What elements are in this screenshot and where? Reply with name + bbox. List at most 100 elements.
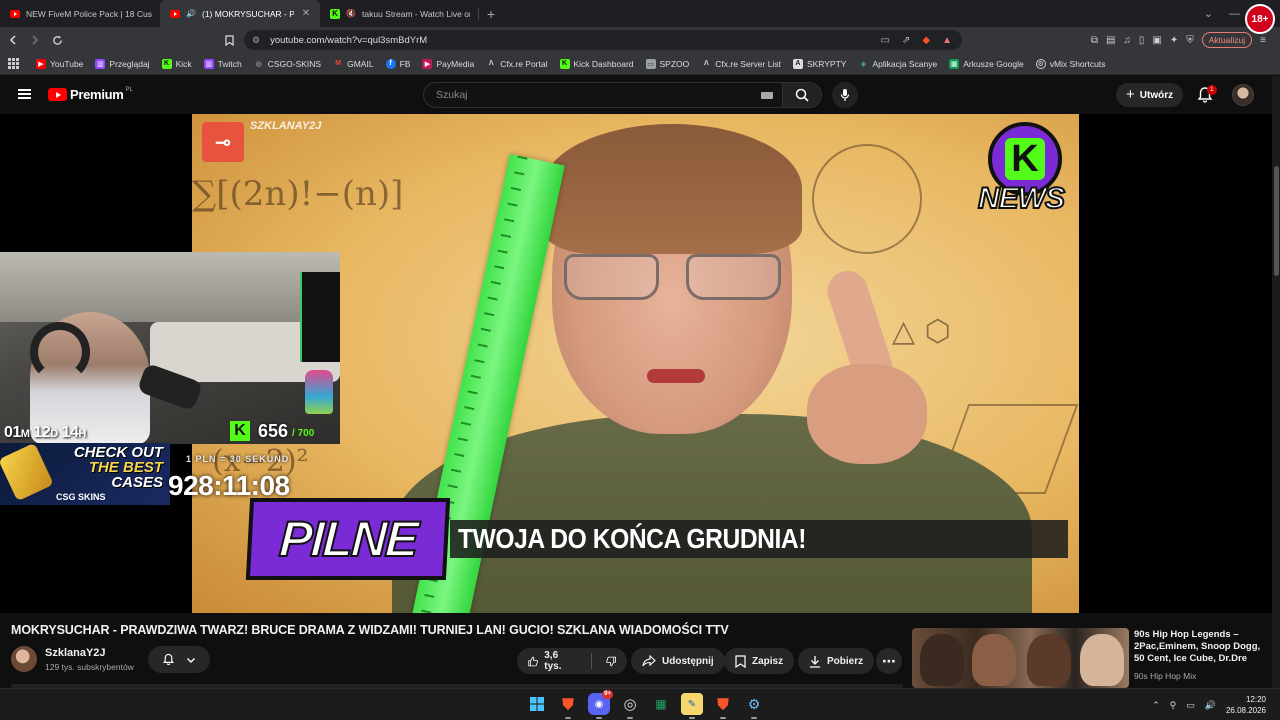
minimize-icon[interactable]: —: [1229, 8, 1240, 20]
notepad-icon[interactable]: ✎: [681, 693, 703, 719]
windows-start-icon[interactable]: [526, 693, 548, 715]
tray-overflow-icon[interactable]: ⌃: [1152, 700, 1160, 711]
speaker-muted-icon[interactable]: 🔇: [346, 9, 356, 19]
recommended-thumbnail[interactable]: [912, 628, 1129, 688]
more-actions-button[interactable]: ⋯: [876, 648, 902, 674]
reload-icon[interactable]: [46, 29, 68, 51]
obs-icon[interactable]: ◎: [619, 693, 641, 719]
browser-tab-1-title: NEW FiveM Police Pack | 18 Custom: [26, 8, 152, 19]
bookmark-twitch[interactable]: ▥ Twitch: [198, 58, 248, 69]
share-page-icon[interactable]: ⇗: [902, 35, 910, 46]
bookmark-spzoo[interactable]: ▭ SPZOO: [640, 58, 696, 69]
bookmark-skrypty[interactable]: A SKRYPTY: [787, 58, 853, 69]
volume-icon[interactable]: 🔊: [1205, 700, 1216, 711]
plus-icon: +: [1126, 85, 1135, 103]
rapper-face-decor: [972, 634, 1016, 686]
search-input[interactable]: Szukaj: [423, 82, 783, 108]
bookmark-vmix-shortcuts[interactable]: ⚙ vMix Shortcuts: [1030, 58, 1112, 69]
sidebar-icon[interactable]: ▯: [1139, 35, 1145, 46]
leo-ai-icon[interactable]: ✦: [1170, 35, 1178, 46]
rapper-face-decor: [1027, 634, 1071, 686]
page-scrollbar[interactable]: [1272, 76, 1280, 688]
bookmark-przegladaj[interactable]: ▥ Przeglądaj: [89, 58, 155, 69]
like-count[interactable]: 3,6 tys.: [544, 650, 571, 672]
like-icon[interactable]: [528, 655, 538, 668]
save-button[interactable]: Zapisz: [724, 648, 795, 674]
dislike-icon[interactable]: [606, 655, 616, 668]
bookmark-paymedia[interactable]: ▶ PayMedia: [416, 58, 480, 69]
brave-shield-icon[interactable]: ◆: [922, 35, 930, 46]
bookmark-page-icon[interactable]: [218, 29, 240, 51]
apps-grid-icon[interactable]: [8, 57, 20, 70]
bookmark-gmail[interactable]: M GMAIL: [327, 59, 379, 69]
news-label: NEWS: [977, 181, 1066, 216]
geometry-decor: [812, 144, 922, 254]
location-icon[interactable]: ⚲: [1170, 700, 1177, 711]
brave-icon[interactable]: ⛊: [712, 693, 734, 719]
bookmark-kick-dashboard[interactable]: K Kick Dashboard: [554, 58, 640, 69]
reader-mode-icon[interactable]: ▤: [1106, 35, 1115, 46]
update-button[interactable]: Aktualizuj: [1201, 32, 1253, 48]
browser-tab-1[interactable]: NEW FiveM Police Pack | 18 Custom: [0, 0, 160, 27]
math-decor: ∑[(2n)!−(n)]: [192, 174, 404, 214]
back-icon[interactable]: [2, 29, 24, 51]
excel-icon[interactable]: ▦: [650, 693, 672, 715]
url-text: youtube.com/watch?v=qul3smBdYrM: [270, 34, 428, 46]
menu-hamburger-icon[interactable]: [18, 89, 31, 99]
media-controls-icon[interactable]: ♫: [1123, 35, 1131, 46]
share-button[interactable]: Udostępnij: [631, 648, 725, 674]
bell-icon: [162, 653, 174, 666]
menu-icon[interactable]: ≡: [1260, 35, 1266, 46]
bookmark-fb[interactable]: f FB: [380, 58, 417, 69]
cast-icon[interactable]: ▭: [881, 35, 890, 46]
scrollbar-thumb[interactable]: [1274, 166, 1279, 276]
search-icon: [795, 88, 809, 102]
steam-icon[interactable]: ⚙: [743, 693, 765, 719]
kick-icon: K: [330, 8, 340, 19]
network-icon[interactable]: ▭: [1186, 700, 1195, 711]
bookmark-cfx-portal[interactable]: Λ Cfx.re Portal: [480, 59, 553, 69]
keyboard-icon[interactable]: [761, 92, 773, 99]
close-tab-icon[interactable]: ✕: [300, 8, 312, 19]
speaker-icon[interactable]: 🔊: [186, 9, 196, 19]
address-bar[interactable]: ⚙ youtube.com/watch?v=qul3smBdYrM ▭ ⇗ ◆ …: [244, 30, 962, 50]
bookmark-csgo-skins[interactable]: ◎ CSGO-SKINS: [248, 59, 327, 69]
bookmark-cfx-server-list[interactable]: Λ Cfx.re Server List: [695, 59, 787, 69]
browser-tab-3[interactable]: K 🔇 takuu Stream - Watch Live on Kic: [320, 0, 478, 27]
search-button[interactable]: [782, 82, 822, 108]
download-button[interactable]: Pobierz: [798, 648, 875, 674]
discord-icon[interactable]: ◉ 9+: [588, 690, 613, 719]
headline-text: TWOJA DO KOŃCA GRUDNIA!: [458, 523, 807, 554]
browser-tab-2[interactable]: 🔊 (1) MOKRYSUCHAR - PRAWDZ ✕: [160, 0, 320, 27]
recommended-title[interactable]: 90s Hip Hop Legends – 2Pac,Eminem, Snoop…: [1134, 629, 1270, 665]
forward-icon[interactable]: [24, 29, 46, 51]
kick-follower-counter: K 656 / 700: [230, 420, 314, 442]
tab-search-icon[interactable]: ⌄: [1204, 7, 1213, 20]
account-avatar[interactable]: [1232, 84, 1254, 106]
bookmark-aplikacja-scanye[interactable]: ◈ Aplikacja Scanye: [852, 59, 943, 69]
voice-search-button[interactable]: [832, 82, 858, 108]
bookmark-arkusze-google[interactable]: ▦ Arkusze Google: [943, 58, 1029, 69]
youtube-premium-logo[interactable]: Premium PL: [48, 87, 133, 102]
webcam-wall: [0, 252, 340, 322]
brave-rewards-icon[interactable]: ▲: [942, 35, 952, 46]
brave-browser-icon[interactable]: ⛊: [557, 693, 579, 719]
wallet-icon[interactable]: ▣: [1152, 35, 1161, 46]
recommended-video[interactable]: 90s Hip Hop Legends – 2Pac,Eminem, Snoop…: [912, 628, 1272, 688]
channel-name[interactable]: SzklanaY2J: [45, 647, 106, 659]
kick-icon: K: [230, 421, 250, 441]
bookmark-kick[interactable]: K Kick: [156, 58, 198, 69]
channel-avatar[interactable]: [11, 646, 37, 672]
new-tab-button[interactable]: +: [479, 6, 503, 22]
create-button[interactable]: + Utwórz: [1116, 83, 1184, 107]
vpn-icon[interactable]: ⛨: [1186, 35, 1194, 46]
hand-decor: [807, 364, 927, 464]
bookmark-youtube[interactable]: ▶ YouTube: [30, 58, 89, 69]
recommended-channel[interactable]: 90s Hip Hop Mix: [1134, 671, 1196, 681]
site-settings-icon[interactable]: ⚙: [252, 35, 260, 46]
taskbar-clock[interactable]: 12:20 26.08.2026: [1226, 694, 1266, 716]
subscription-notifications-button[interactable]: [148, 646, 210, 673]
kick-news-logo: K NEWS: [977, 122, 1066, 222]
youtube-icon: [170, 9, 180, 19]
extensions-icon[interactable]: ⧉: [1091, 35, 1098, 46]
